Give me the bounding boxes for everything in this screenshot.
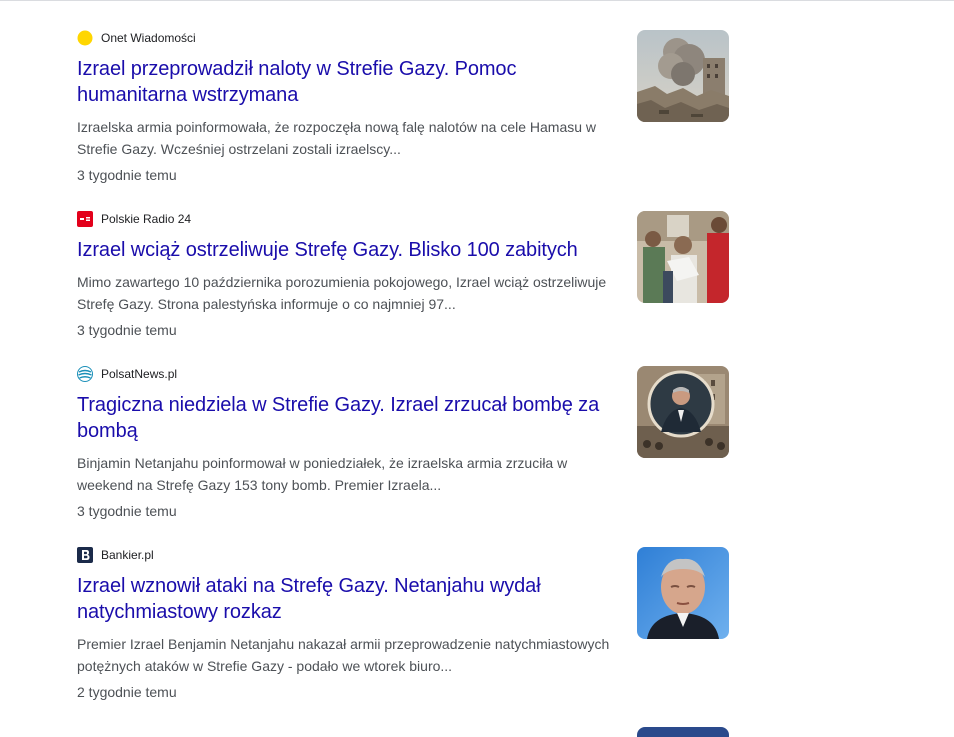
news-result-card[interactable]: Bankier.pl Izrael wznowił ataki na Stref… — [77, 547, 737, 702]
netanyahu-portrait-photo[interactable] — [637, 547, 729, 639]
news-snippet: Mimo zawartego 10 października porozumie… — [77, 274, 607, 312]
polskie-radio-icon — [77, 211, 93, 227]
crowd-people-photo[interactable] — [637, 211, 729, 303]
source-name: Polskie Radio 24 — [101, 212, 192, 226]
news-result-card[interactable]: PolsatNews.pl Tragiczna niedziela w Stre… — [77, 366, 737, 521]
news-source[interactable]: Onet Wiadomości — [77, 30, 617, 46]
news-timestamp: 3 tygodnie temu — [77, 503, 177, 519]
next-result-thumbnail[interactable] — [637, 727, 729, 737]
source-name: Onet Wiadomości — [101, 31, 196, 45]
news-source[interactable]: PolsatNews.pl — [77, 366, 617, 382]
news-title-link[interactable]: Izrael wciąż ostrzeliwuje Strefę Gazy. B… — [77, 237, 617, 263]
news-timestamp: 3 tygodnie temu — [77, 167, 177, 183]
news-result-card[interactable]: Onet Wiadomości Izrael przeprowadził nal… — [77, 30, 737, 185]
news-snippet: Binjamin Netanjahu poinformował w ponied… — [77, 455, 568, 493]
news-snippet: Izraelska armia poinformowała, że rozpoc… — [77, 119, 597, 157]
netanyahu-inset-photo[interactable] — [637, 366, 729, 458]
airstrike-smoke-photo[interactable] — [637, 30, 729, 122]
news-title-link[interactable]: Tragiczna niedziela w Strefie Gazy. Izra… — [77, 392, 617, 444]
source-name: PolsatNews.pl — [101, 367, 178, 381]
news-source[interactable]: Polskie Radio 24 — [77, 211, 617, 227]
news-timestamp: 3 tygodnie temu — [77, 322, 177, 338]
news-title-link[interactable]: Izrael wznowił ataki na Strefę Gazy. Net… — [77, 573, 617, 625]
news-snippet: Premier Izrael Benjamin Netanjahu nakaza… — [77, 636, 610, 674]
bankier-b-icon — [77, 547, 93, 563]
news-source[interactable]: Bankier.pl — [77, 547, 617, 563]
source-name: Bankier.pl — [101, 548, 154, 562]
news-timestamp: 2 tygodnie temu — [77, 684, 177, 700]
news-title-link[interactable]: Izrael przeprowadził naloty w Strefie Ga… — [77, 56, 617, 108]
news-result-card[interactable]: Polskie Radio 24 Izrael wciąż ostrzeliwu… — [77, 211, 737, 340]
polsat-globe-icon — [77, 366, 93, 382]
top-divider — [0, 0, 954, 1]
onet-dot-icon — [77, 30, 93, 46]
